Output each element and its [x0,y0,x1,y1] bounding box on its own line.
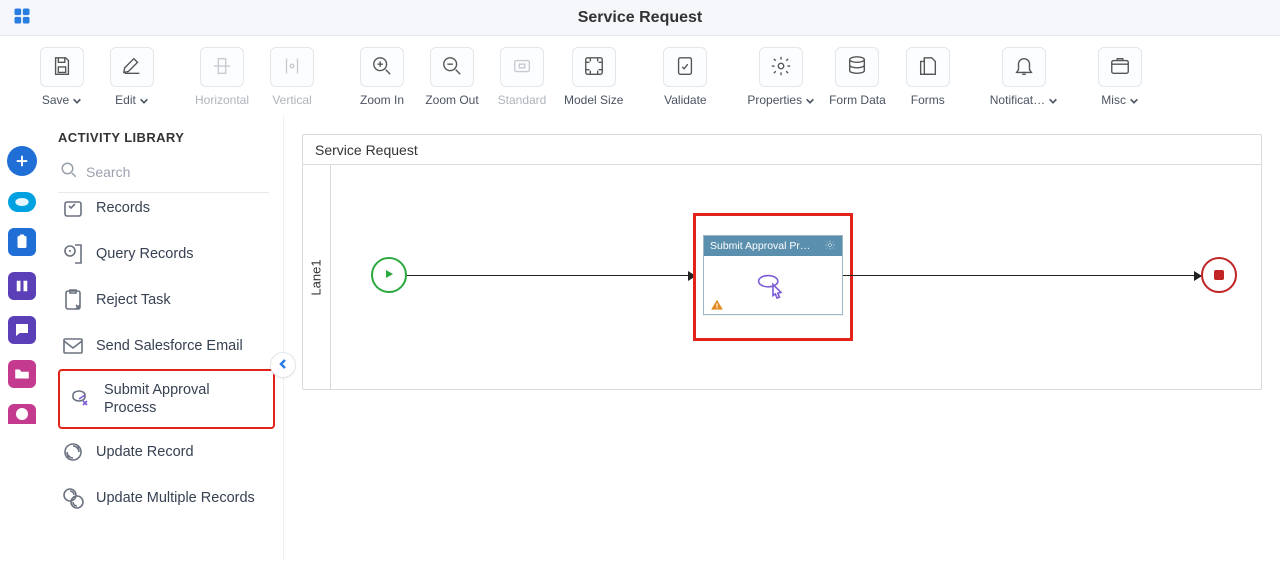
end-event-node[interactable] [1201,257,1237,293]
process-canvas[interactable]: Service Request Lane1 Submit Approval Pr… [302,134,1262,390]
sequence-flow-2[interactable] [843,275,1201,276]
submit-approval-icon [68,386,94,412]
submit-approval-task-node[interactable]: Submit Approval Proc... [703,235,843,315]
query-records-icon [60,241,86,267]
save-icon [51,55,73,80]
rail-add-button[interactable] [7,146,37,176]
reject-task-icon [60,287,86,313]
canvas-area: Service Request Lane1 Submit Approval Pr… [284,116,1280,561]
update-record-icon [60,439,86,465]
activity-item-update-multiple-records[interactable]: Update Multiple Records [58,475,273,521]
rail-folder-icon[interactable] [8,360,36,388]
search-icon [60,161,78,182]
align-horizontal-button[interactable]: Horizontal [190,47,254,107]
flow-lane[interactable]: Submit Approval Proc... [331,165,1261,389]
zoom-out-button[interactable]: Zoom Out [420,47,484,107]
edit-icon [121,55,143,80]
canvas-header[interactable]: Service Request [303,135,1261,165]
chevron-down-icon [805,95,815,105]
bell-icon [1013,55,1035,80]
forms-icon [917,55,939,80]
align-horizontal-icon [211,55,233,80]
model-size-icon [583,55,605,80]
chevron-down-icon [139,95,149,105]
cursor-click-icon [757,272,789,300]
zoom-standard-button[interactable]: Standard [490,47,554,107]
titlebar: Service Request [0,0,1280,36]
task-title: Submit Approval Proc... [710,240,814,252]
activity-search-input[interactable] [86,164,263,180]
folder-icon [1109,55,1131,80]
properties-button[interactable]: Properties [743,47,819,107]
align-vertical-button[interactable]: Vertical [260,47,324,107]
gear-icon[interactable] [824,239,836,254]
rail-columns-icon[interactable] [8,272,36,300]
apps-grid-icon [12,6,32,29]
notifications-button[interactable]: Notificat… [986,47,1062,107]
lane-label: Lane1 [309,259,324,295]
sequence-flow-1[interactable] [407,275,695,276]
activity-search[interactable] [58,155,269,193]
fit-standard-icon [511,55,533,80]
align-vertical-icon [281,55,303,80]
gear-icon [770,55,792,80]
rail-misc-icon[interactable] [8,404,36,424]
zoom-in-button[interactable]: Zoom In [350,47,414,107]
apps-menu-button[interactable] [0,0,44,36]
form-data-button[interactable]: Form Data [825,47,890,107]
activity-item-query-records[interactable]: Query Records [58,231,273,277]
zoom-out-icon [441,55,463,80]
email-icon [60,333,86,359]
page-title: Service Request [0,9,1280,27]
activity-item-submit-approval-process[interactable]: Submit Approval Process [58,369,275,429]
chevron-left-icon [277,358,289,373]
rail-salesforce-icon[interactable] [8,192,36,212]
forms-button[interactable]: Forms [896,47,960,107]
records-icon [60,195,86,221]
validate-button[interactable]: Validate [653,47,717,107]
rail-clipboard-icon[interactable] [8,228,36,256]
activity-item-records[interactable]: Records [58,193,273,231]
play-icon [383,268,395,283]
zoom-in-icon [371,55,393,80]
nav-rail [0,116,44,561]
save-button[interactable]: Save [30,47,94,107]
rail-chat-icon[interactable] [8,316,36,344]
database-icon [846,55,868,80]
model-size-button[interactable]: Model Size [560,47,627,107]
edit-button[interactable]: Edit [100,47,164,107]
activity-item-update-record[interactable]: Update Record [58,429,273,475]
toolbar: Save Edit Horizontal Vertical Zoom In Zo… [0,36,1280,116]
chevron-down-icon [1048,95,1058,105]
activity-library-title: ACTIVITY LIBRARY [58,130,283,155]
activity-library-panel: ACTIVITY LIBRARY Records Query Records R… [44,116,284,561]
chevron-down-icon [1129,95,1139,105]
activity-item-reject-task[interactable]: Reject Task [58,277,273,323]
validate-icon [674,55,696,80]
update-multiple-records-icon [60,485,86,511]
stop-icon [1214,270,1224,280]
chevron-down-icon [72,95,82,105]
misc-button[interactable]: Misc [1088,47,1152,107]
warning-icon [710,298,724,312]
collapse-library-button[interactable] [270,352,296,378]
activity-item-send-salesforce-email[interactable]: Send Salesforce Email [58,323,273,369]
lane-header[interactable]: Lane1 [303,165,331,389]
start-event-node[interactable] [371,257,407,293]
